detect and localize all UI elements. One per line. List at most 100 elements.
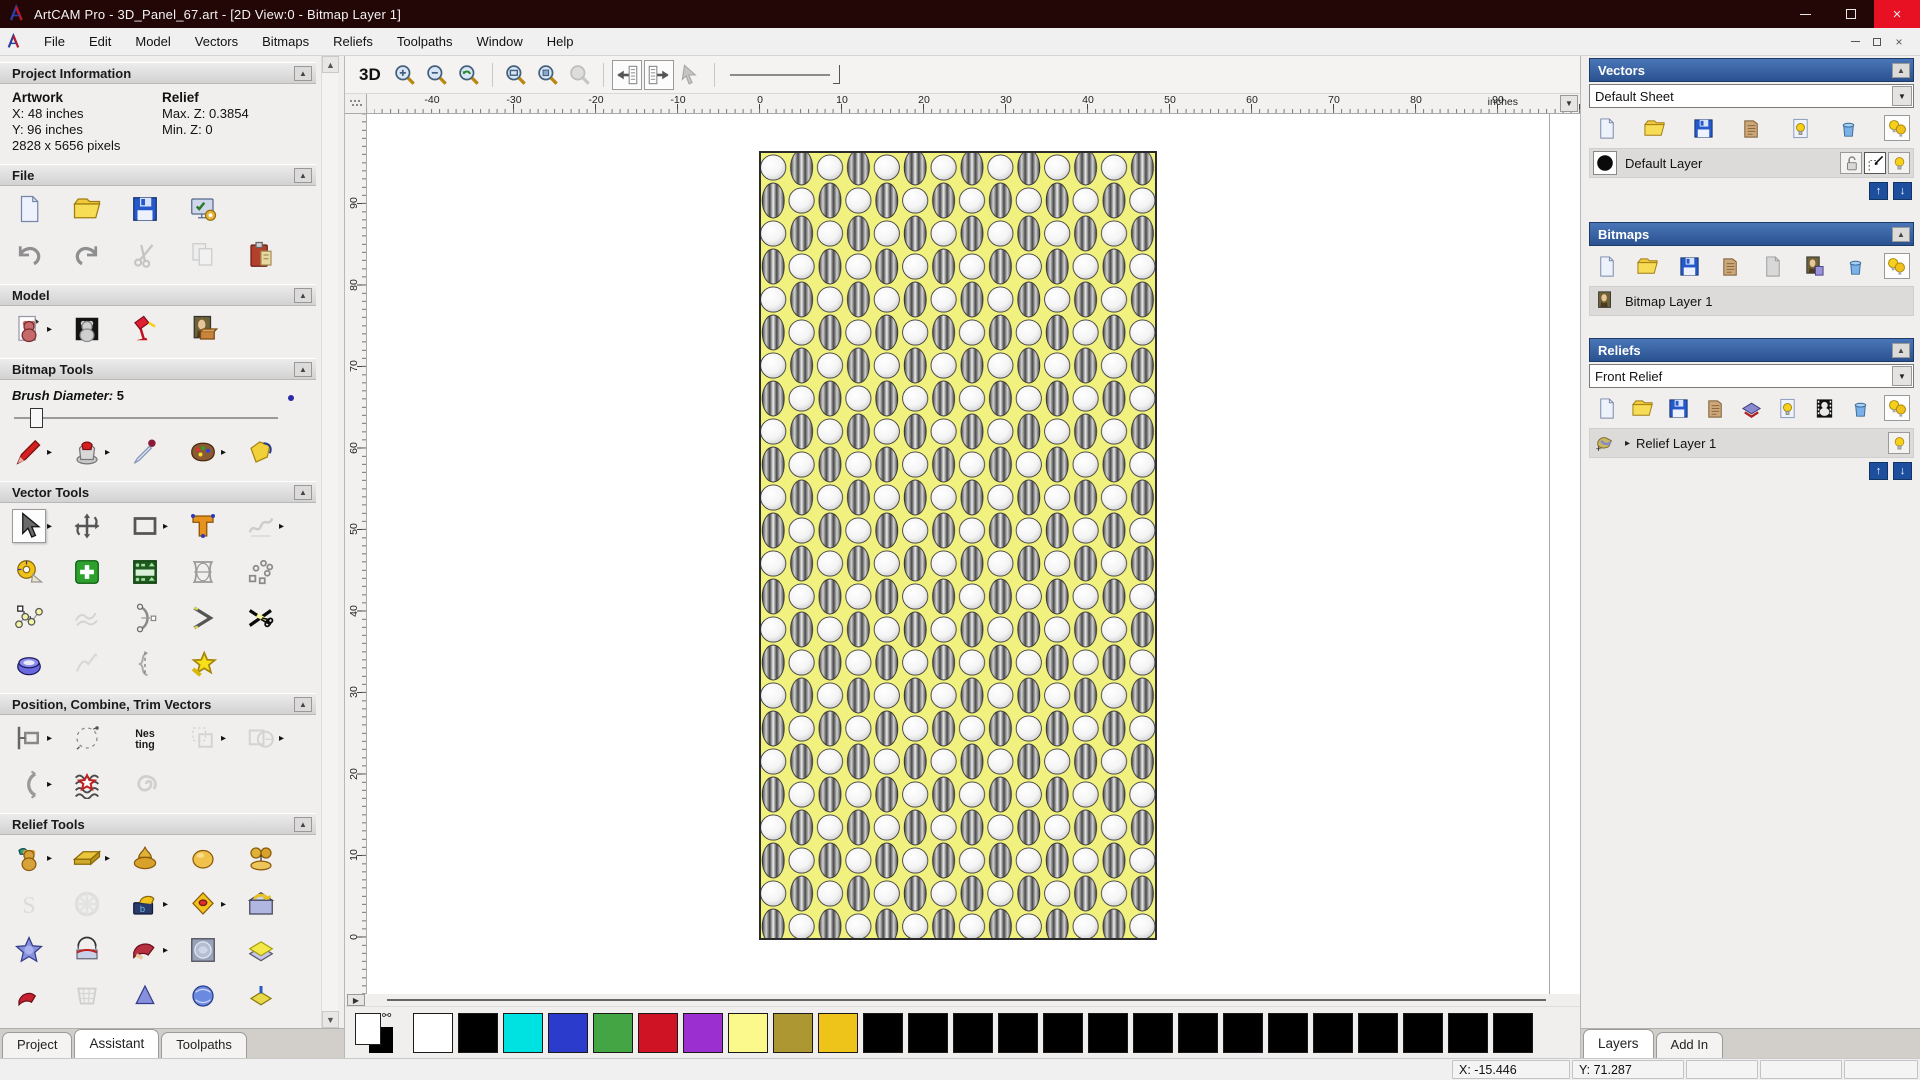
menu-file[interactable]: File	[32, 29, 77, 54]
save-item-icon[interactable]	[1666, 395, 1692, 421]
create-text-icon[interactable]	[186, 509, 220, 543]
redo-icon[interactable]	[70, 238, 104, 272]
collapse-button[interactable]: ▲	[294, 287, 312, 303]
bitmap-preview-icon[interactable]	[1801, 253, 1827, 279]
snap-grid-icon[interactable]	[70, 555, 104, 589]
wrap-vectors-icon[interactable]	[186, 555, 220, 589]
palette-swatch-12[interactable]	[953, 1012, 993, 1053]
flyout-arrow-icon[interactable]: ▸	[163, 899, 168, 910]
turn-relief-icon[interactable]	[186, 979, 220, 1013]
star-wizard-icon[interactable]	[12, 933, 46, 967]
collapse-button[interactable]: ▲	[294, 361, 312, 377]
greyscale-relief-icon[interactable]	[1811, 395, 1837, 421]
toggle-visibility-icon[interactable]	[1775, 395, 1801, 421]
snap-tool-icon[interactable]	[1864, 152, 1886, 174]
flyout-arrow-icon[interactable]: ▸	[221, 733, 226, 744]
section-header-model[interactable]: Model ▲	[0, 284, 316, 306]
slider-handle[interactable]	[832, 64, 840, 84]
vectors-layer-row[interactable]: Default Layer	[1589, 148, 1914, 178]
create-arc-icon[interactable]	[128, 601, 162, 635]
ruler-options-icon[interactable]: ▼	[1560, 95, 1578, 112]
face-wizard-icon[interactable]: b	[128, 887, 162, 921]
primary-colour-swatch[interactable]	[355, 1012, 381, 1045]
align-vectors-icon[interactable]	[12, 721, 46, 755]
two-rail-sweep-icon[interactable]	[186, 887, 220, 921]
menu-reliefs[interactable]: Reliefs	[321, 29, 385, 54]
options-icon[interactable]	[186, 192, 220, 226]
flyout-arrow-icon[interactable]: ▸	[163, 945, 168, 956]
palette-swatch-14[interactable]	[1043, 1012, 1083, 1053]
join-vectors-icon[interactable]	[12, 767, 46, 801]
import-item-icon[interactable]	[1718, 253, 1744, 279]
pointer-tool-icon[interactable]	[676, 60, 706, 90]
create-ring-icon[interactable]	[12, 647, 46, 681]
tab-add-in[interactable]: Add In	[1655, 1032, 1724, 1058]
collapse-button[interactable]: ▲	[1892, 62, 1910, 78]
move-layer-up-icon[interactable]: ↑	[1869, 182, 1888, 200]
trim-vectors-icon[interactable]	[244, 601, 278, 635]
weld-vectors-icon[interactable]	[244, 721, 278, 755]
link-colours-icon[interactable]: ⚯	[382, 1009, 391, 1022]
reliefs-combo[interactable]: Front Relief ▼	[1589, 364, 1914, 388]
mdi-close-button[interactable]: ×	[1888, 32, 1910, 52]
slider-handle[interactable]	[30, 408, 43, 428]
menu-vectors[interactable]: Vectors	[183, 29, 250, 54]
toggle-visibility-icon[interactable]	[1787, 115, 1813, 141]
brush-diameter-slider[interactable]	[12, 395, 302, 429]
unwrap-vectors-icon[interactable]	[128, 767, 162, 801]
collapse-button[interactable]: ▲	[1892, 342, 1910, 358]
vectors-combo[interactable]: Default Sheet ▼	[1589, 84, 1914, 108]
zoom-rect-icon[interactable]	[501, 60, 531, 90]
colour-picker-icon[interactable]	[128, 435, 162, 469]
mdi-restore-button[interactable]	[1866, 32, 1888, 52]
palette-swatch-4[interactable]	[593, 1012, 633, 1053]
envelope-distort-icon[interactable]	[244, 509, 278, 543]
flyout-arrow-icon[interactable]: ▸	[47, 521, 52, 532]
palette-swatch-7[interactable]	[728, 1012, 768, 1053]
flyout-arrow-icon[interactable]: ▸	[47, 324, 52, 335]
slider-track[interactable]	[14, 417, 278, 419]
text-block-icon[interactable]	[128, 555, 162, 589]
paste-icon[interactable]	[244, 238, 278, 272]
create-rectangle-icon[interactable]	[128, 509, 162, 543]
collapse-button[interactable]: ▲	[294, 484, 312, 500]
spin-relief-icon[interactable]	[128, 979, 162, 1013]
menu-bitmaps[interactable]: Bitmaps	[250, 29, 321, 54]
copy-icon[interactable]	[186, 238, 220, 272]
cut-icon[interactable]	[128, 238, 162, 272]
new-item-icon[interactable]	[1593, 395, 1619, 421]
flyout-arrow-icon[interactable]: ▸	[105, 853, 110, 864]
section-header-vector-tools[interactable]: Vector Tools ▲	[0, 481, 316, 503]
adjust-model-icon[interactable]	[70, 312, 104, 346]
all-visible-icon[interactable]	[1884, 395, 1910, 421]
paste-array-icon[interactable]	[244, 555, 278, 589]
mdi-minimize-button[interactable]	[1844, 32, 1866, 52]
set-model-size-icon[interactable]	[12, 312, 46, 346]
copy-to-bitmap-icon[interactable]	[643, 59, 674, 90]
merge-relief-icon[interactable]	[1739, 395, 1765, 421]
weave-wizard-icon[interactable]	[70, 887, 104, 921]
create-polyline-icon[interactable]	[186, 601, 220, 635]
palette-swatch-13[interactable]	[998, 1012, 1038, 1053]
chevron-down-icon[interactable]: ▼	[1892, 366, 1912, 386]
import-item-icon[interactable]	[1702, 395, 1728, 421]
close-button[interactable]: ×	[1874, 0, 1920, 28]
palette-swatch-16[interactable]	[1133, 1012, 1173, 1053]
palette-swatch-0[interactable]	[413, 1012, 453, 1053]
slider-track[interactable]	[729, 73, 830, 76]
ruler-origin-icon[interactable]	[345, 94, 367, 114]
menu-help[interactable]: Help	[535, 29, 586, 54]
select-vectors-icon[interactable]	[12, 509, 46, 543]
import-item-icon[interactable]	[1739, 115, 1765, 141]
palette-swatch-10[interactable]	[863, 1012, 903, 1053]
palette-swatch-15[interactable]	[1088, 1012, 1128, 1053]
bulb-icon[interactable]	[1888, 432, 1910, 454]
palette-swatch-20[interactable]	[1313, 1012, 1353, 1053]
basket-weave-icon[interactable]	[70, 979, 104, 1013]
nesting-icon[interactable]: Nes ting	[128, 721, 162, 755]
minimize-button[interactable]	[1782, 0, 1828, 28]
undo-icon[interactable]	[12, 238, 46, 272]
project-information-header[interactable]: Project Information ▲	[0, 62, 316, 84]
save-item-icon[interactable]	[1676, 253, 1702, 279]
shape-editor-icon[interactable]	[12, 841, 46, 875]
